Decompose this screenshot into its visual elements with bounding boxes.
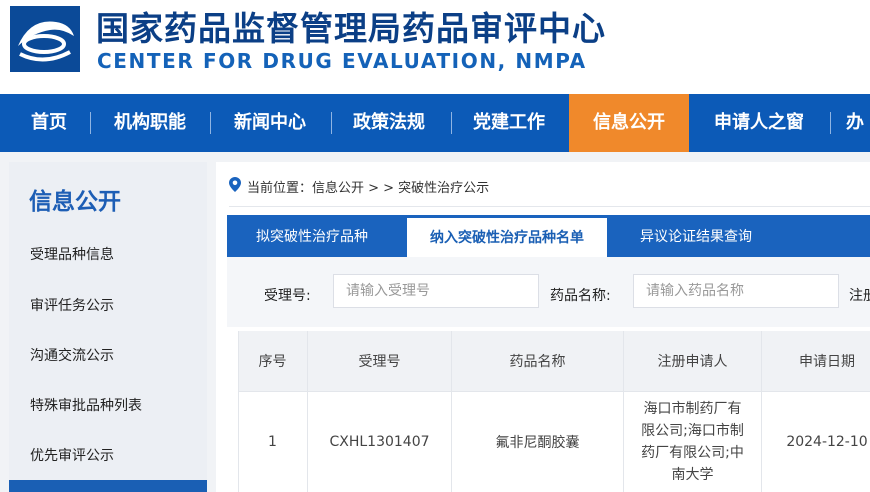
site-header: 国家药品监督管理局药品审评中心 CENTER FOR DRUG EVALUATI…: [0, 0, 870, 94]
sidebar-item-communication[interactable]: 沟通交流公示: [30, 345, 114, 365]
drug-name-input[interactable]: 请输入药品名称: [633, 274, 839, 308]
nav-item-news[interactable]: 新闻中心: [220, 94, 320, 152]
search-filters: 受理号: 请输入受理号 药品名称: 请输入药品名称 注册: [227, 257, 870, 327]
accept-no-input[interactable]: 请输入受理号: [333, 274, 539, 308]
nav-item-functions[interactable]: 机构职能: [100, 94, 200, 152]
breadcrumb-divider: [229, 206, 870, 207]
accept-no-label: 受理号:: [264, 288, 311, 304]
results-table: 序号 受理号 药品名称 注册申请人 申请日期 1 CXHL1301407 氟非尼…: [238, 331, 870, 492]
column-header-date: 申请日期: [799, 354, 855, 370]
nav-divider: [451, 112, 452, 134]
sidebar-title: 信息公开: [29, 189, 121, 215]
nav-divider: [830, 112, 831, 134]
sidebar: 信息公开 受理品种信息 审评任务公示 沟通交流公示 特殊审批品种列表 优先审评公…: [9, 162, 207, 492]
column-header-accept-no: 受理号: [308, 331, 452, 391]
location-pin-icon: [229, 177, 241, 192]
tab-bar: 拟突破性治疗品种 纳入突破性治疗品种名单 异议论证结果查询: [227, 215, 870, 257]
column-header-drug-name: 药品名称: [452, 331, 624, 391]
tab-proposed-breakthrough[interactable]: 拟突破性治疗品种: [227, 215, 397, 257]
nav-divider: [210, 112, 211, 134]
table-cell-index: 1: [238, 392, 308, 492]
applicant-label: 注册: [849, 288, 870, 304]
sidebar-active-item[interactable]: [9, 480, 207, 492]
table-cell-accept-no: CXHL1301407: [308, 392, 452, 492]
column-header-applicant: 注册申请人: [624, 331, 762, 391]
breadcrumb: 当前位置：信息公开 > > 突破性治疗公示: [247, 181, 490, 196]
nav-divider: [90, 112, 91, 134]
sidebar-item-review-tasks[interactable]: 审评任务公示: [30, 295, 114, 315]
main-content: 当前位置：信息公开 > > 突破性治疗公示 拟突破性治疗品种 纳入突破性治疗品种…: [216, 162, 870, 492]
main-nav: 首页 机构职能 新闻中心 政策法规 党建工作 信息公开 申请人之窗 办: [0, 94, 870, 152]
nav-item-home[interactable]: 首页: [14, 94, 84, 152]
sidebar-item-special-approval[interactable]: 特殊审批品种列表: [30, 395, 142, 415]
table-cell-date: 2024-12-10: [786, 434, 868, 450]
site-title-en: CENTER FOR DRUG EVALUATION, NMPA: [97, 49, 587, 73]
nav-item-party[interactable]: 党建工作: [459, 94, 559, 152]
nav-item-info-public[interactable]: 信息公开: [569, 94, 689, 152]
tab-included-breakthrough[interactable]: 纳入突破性治疗品种名单: [407, 218, 607, 257]
nav-divider: [331, 112, 332, 134]
tab-objection-results[interactable]: 异议论证结果查询: [611, 215, 781, 257]
site-title-cn: 国家药品监督管理局药品审评中心: [96, 9, 606, 48]
nav-item-more[interactable]: 办: [846, 94, 870, 152]
cde-logo-icon[interactable]: [10, 6, 80, 72]
nav-item-policy[interactable]: 政策法规: [339, 94, 439, 152]
table-cell-drug-name: 氟非尼酮胶囊: [452, 392, 624, 492]
column-header-index: 序号: [238, 331, 308, 391]
sidebar-item-priority-review[interactable]: 优先审评公示: [30, 445, 114, 465]
drug-name-label: 药品名称:: [550, 288, 611, 304]
nav-item-applicant[interactable]: 申请人之窗: [699, 94, 819, 152]
table-cell-applicant: 海口市制药厂有限公司;海口市制药厂有限公司;中南大学: [624, 392, 762, 492]
sidebar-item-accepted[interactable]: 受理品种信息: [30, 244, 114, 264]
